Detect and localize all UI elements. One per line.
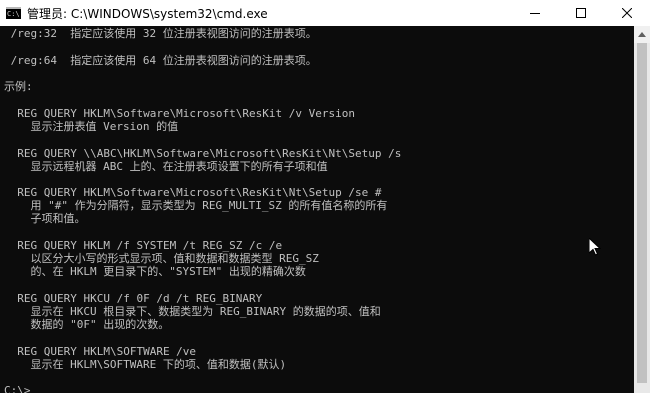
console-line: REG QUERY HKLM\Software\Microsoft\ResKit… bbox=[4, 107, 355, 120]
console-line: 显示在 HKLM\SOFTWARE 下的项、值和数据(默认) bbox=[4, 358, 287, 371]
close-icon bbox=[622, 8, 632, 18]
title-bar[interactable]: C:\ 管理员: C:\WINDOWS\system32\cmd.exe bbox=[0, 0, 650, 26]
console-line: REG QUERY HKCU /f 0F /d /t REG_BINARY bbox=[4, 292, 263, 305]
cmd-app-icon: C:\ bbox=[6, 7, 21, 19]
scroll-track[interactable] bbox=[634, 43, 650, 393]
scroll-up-arrow-icon bbox=[638, 32, 646, 37]
console-line: REG QUERY HKLM\Software\Microsoft\ResKit… bbox=[4, 186, 382, 199]
console-line: REG QUERY HKLM /f SYSTEM /t REG_SZ /c /e bbox=[4, 239, 283, 252]
minimize-button[interactable] bbox=[512, 0, 558, 26]
window-title: 管理员: C:\WINDOWS\system32\cmd.exe bbox=[27, 6, 268, 21]
console-line: 用 "#" 作为分隔符，显示类型为 REG_MULTI_SZ 的所有值名称的所有 bbox=[4, 199, 388, 212]
window-controls bbox=[512, 0, 650, 26]
maximize-icon bbox=[576, 8, 586, 18]
console-output[interactable]: /reg:32 指定应该使用 32 位注册表视图访问的注册表项。 /reg:64… bbox=[0, 26, 634, 393]
mouse-pointer-icon bbox=[588, 236, 602, 261]
minimize-icon bbox=[530, 13, 540, 14]
console-line: 示例: bbox=[4, 80, 33, 93]
scroll-thumb[interactable] bbox=[637, 43, 647, 383]
console-line: REG QUERY HKLM\SOFTWARE /ve bbox=[4, 345, 197, 358]
console-line: 的、在 HKLM 更目录下的、"SYSTEM" 出现的精确次数 bbox=[4, 265, 306, 278]
scroll-up-button[interactable] bbox=[634, 26, 650, 43]
maximize-button[interactable] bbox=[558, 0, 604, 26]
console-line: 以区分大小写的形式显示项、值和数据和数据类型 REG_SZ bbox=[4, 252, 319, 265]
console-line: 数据的 "0F" 出现的次数。 bbox=[4, 318, 170, 331]
console-line: 子项和值。 bbox=[4, 212, 86, 225]
vertical-scrollbar[interactable] bbox=[634, 26, 650, 393]
console-line: REG QUERY \\ABC\HKLM\Software\Microsoft\… bbox=[4, 147, 402, 160]
console-line: 显示在 HKCU 根目录下、数据类型为 REG_BINARY 的数据的项、值和 bbox=[4, 305, 381, 318]
console-line: 显示注册表值 Version 的值 bbox=[4, 120, 179, 133]
command-prompt[interactable]: C:\> bbox=[4, 385, 31, 393]
cmd-window: C:\ 管理员: C:\WINDOWS\system32\cmd.exe /re… bbox=[0, 0, 650, 393]
console-line: /reg:32 指定应该使用 32 位注册表视图访问的注册表项。 bbox=[4, 27, 317, 40]
console-line: 显示远程机器 ABC 上的、在注册表项设置下的所有子项和值 bbox=[4, 160, 328, 173]
close-button[interactable] bbox=[604, 0, 650, 26]
console-line: /reg:64 指定应该使用 64 位注册表视图访问的注册表项。 bbox=[4, 54, 317, 67]
